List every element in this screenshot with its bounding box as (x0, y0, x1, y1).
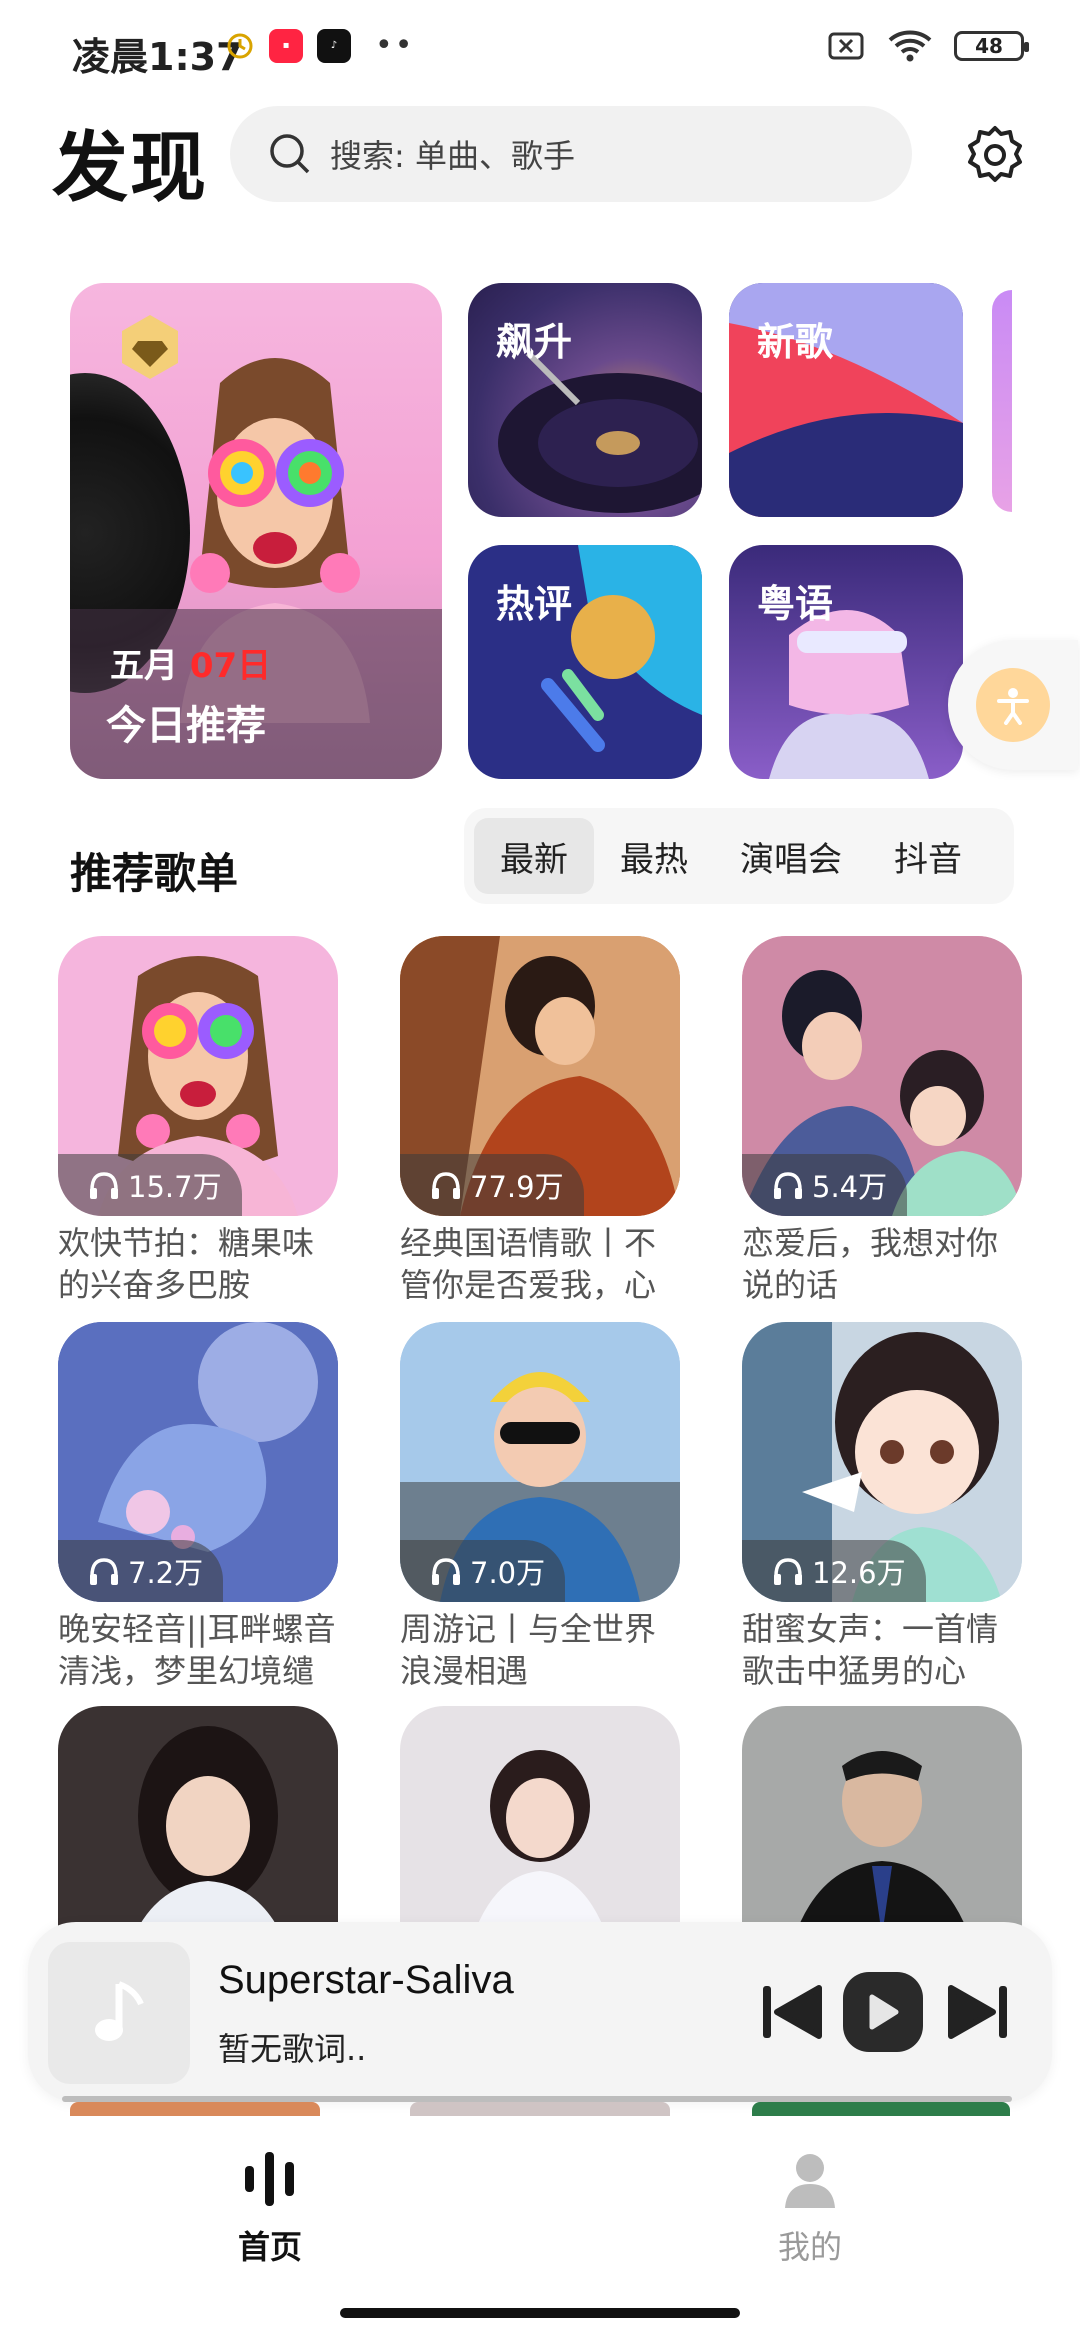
play-count: 15.7万 (58, 1154, 242, 1216)
playlist-title: 恋爱后，我想对你说的话 (742, 1224, 999, 1304)
clock-icon (227, 33, 253, 58)
search-placeholder: 搜索: 单曲、歌手 (330, 137, 575, 175)
play-count: 77.9万 (400, 1154, 584, 1216)
playlist-title: 甜蜜女声：一首情歌击中猛男的心 (742, 1610, 999, 1690)
playlist-card[interactable]: 15.7万 欢快节拍：糖果味的兴奋多巴胺 (58, 936, 338, 1306)
battery-indicator: 48 (954, 31, 1029, 61)
playlist-tabs: 最新 最热 演唱会 抖音 (464, 808, 1014, 904)
play-count: 12.6万 (742, 1540, 926, 1602)
playlist-card[interactable]: 12.6万 甜蜜女声：一首情歌击中猛男的心 (742, 1322, 1022, 1692)
music-note-icon (95, 1981, 144, 2041)
diamond-badge-icon (122, 315, 178, 379)
tile-cantonese-label: 粤语 (757, 582, 834, 626)
more-notifications-icon: •• (375, 28, 415, 63)
play-count: 7.2万 (58, 1540, 224, 1602)
search-input[interactable]: 搜索: 单曲、歌手 (230, 106, 912, 202)
play-icon (869, 1994, 899, 2030)
hero-month: 五月 (110, 646, 178, 686)
user-profile-icon (785, 2154, 835, 2208)
nav-mine[interactable]: 我的 (710, 2148, 910, 2268)
play-count-value: 7.2万 (128, 1556, 204, 1590)
tiktok-icon: ♪ (317, 28, 351, 63)
playlist-card[interactable]: 7.2万 晚安轻音||耳畔螺音清浅，梦里幻境缱 (58, 1322, 338, 1692)
playlist-card[interactable]: 7.0万 周游记丨与全世界浪漫相遇 (400, 1322, 680, 1692)
playlist-card[interactable]: 77.9万 经典国语情歌丨不管你是否爱我，心 (400, 936, 680, 1306)
status-bar: 凌晨1:37 ▪ ♪ •• 48 (0, 0, 1080, 96)
tab-hottest[interactable]: 最热 (594, 818, 714, 894)
notification-icons: ▪ ♪ •• (225, 28, 414, 63)
headphones-icon (432, 1172, 460, 1199)
bottom-nav: 首页 我的 (0, 2118, 1080, 2340)
header: 发现 搜索: 单曲、歌手 (0, 100, 1080, 212)
headphones-icon (774, 1558, 802, 1585)
next-row-peek (410, 2102, 670, 2116)
play-count-value: 7.0万 (470, 1556, 546, 1590)
tile-new-songs[interactable]: 新歌 (729, 283, 963, 517)
playlist-cover: 15.7万 (58, 936, 338, 1216)
accessibility-icon (976, 668, 1050, 742)
album-art-placeholder (48, 1942, 190, 2084)
tile-hot-comments-label: 热评 (496, 582, 573, 626)
daily-recommend-card[interactable]: 五月 07日 今日推荐 (70, 283, 442, 779)
playlist-title: 欢快节拍：糖果味的兴奋多巴胺 (58, 1224, 315, 1304)
home-indicator[interactable] (340, 2308, 740, 2318)
skip-next-icon (948, 1985, 1007, 2039)
headphones-icon (774, 1172, 802, 1199)
hero-label: 今日推荐 (106, 703, 266, 749)
play-count: 7.0万 (400, 1540, 566, 1602)
playlist-cover: 77.9万 (400, 936, 680, 1216)
previous-button[interactable] (752, 1972, 832, 2052)
next-row-peek (70, 2102, 320, 2116)
xiaohongshu-icon: ▪ (269, 28, 303, 63)
hero-date: 五月 07日 (110, 638, 271, 687)
nav-home-label: 首页 (237, 2228, 302, 2266)
nav-mine-label: 我的 (777, 2228, 842, 2266)
playlist-cover: 5.4万 (742, 936, 1022, 1216)
play-count-value: 12.6万 (812, 1556, 906, 1590)
hero-day: 07日 (189, 646, 272, 686)
next-tile-peek[interactable] (992, 290, 1012, 512)
play-count: 5.4万 (742, 1154, 908, 1216)
sim-off-icon (828, 32, 864, 60)
play-button[interactable] (843, 1972, 923, 2052)
accessibility-float-button[interactable] (948, 640, 1078, 770)
wifi-icon (888, 30, 932, 62)
tab-concert[interactable]: 演唱会 (714, 818, 868, 894)
play-count-value: 5.4万 (812, 1170, 888, 1204)
tile-new-songs-label: 新歌 (757, 320, 834, 364)
play-count-value: 77.9万 (470, 1170, 564, 1204)
settings-gear-icon[interactable] (962, 122, 1028, 188)
headphones-icon (90, 1558, 118, 1585)
next-row-peek (752, 2102, 1010, 2116)
playlist-cover: 12.6万 (742, 1322, 1022, 1602)
now-playing-title: Superstar-Saliva (218, 1958, 514, 2002)
battery-level: 48 (975, 34, 1003, 58)
now-playing-lyrics: 暂无歌词.. (218, 2030, 367, 2068)
playlist-cover: 7.0万 (400, 1322, 680, 1602)
headphones-icon (432, 1558, 460, 1585)
playlist-card[interactable]: 5.4万 恋爱后，我想对你说的话 (742, 936, 1022, 1306)
search-icon (270, 134, 310, 174)
system-icons: 48 (826, 30, 1029, 62)
play-count-value: 15.7万 (128, 1170, 222, 1204)
tile-hot-comments[interactable]: 热评 (468, 545, 702, 779)
equalizer-home-icon (245, 2152, 294, 2206)
headphones-icon (90, 1172, 118, 1199)
tile-rising[interactable]: 飙升 (468, 283, 702, 517)
tile-cantonese[interactable]: 粤语 (729, 545, 963, 779)
page-title: 发现 (52, 123, 208, 212)
status-time: 凌晨1:37 (72, 35, 243, 79)
playlist-title: 晚安轻音||耳畔螺音清浅，梦里幻境缱 (58, 1610, 336, 1690)
tab-latest[interactable]: 最新 (474, 818, 594, 894)
section-title: 推荐歌单 (70, 849, 239, 898)
tile-rising-label: 飙升 (496, 320, 573, 364)
tab-douyin[interactable]: 抖音 (868, 818, 988, 894)
playlist-cover: 7.2万 (58, 1322, 338, 1602)
next-button[interactable] (938, 1972, 1018, 2052)
nav-home[interactable]: 首页 (170, 2148, 370, 2268)
now-playing-bar[interactable]: Superstar-Saliva 暂无歌词.. (28, 1922, 1052, 2102)
playlist-title: 周游记丨与全世界浪漫相遇 (400, 1610, 657, 1690)
skip-previous-icon (763, 1985, 822, 2039)
playlist-title: 经典国语情歌丨不管你是否爱我，心 (400, 1224, 657, 1304)
